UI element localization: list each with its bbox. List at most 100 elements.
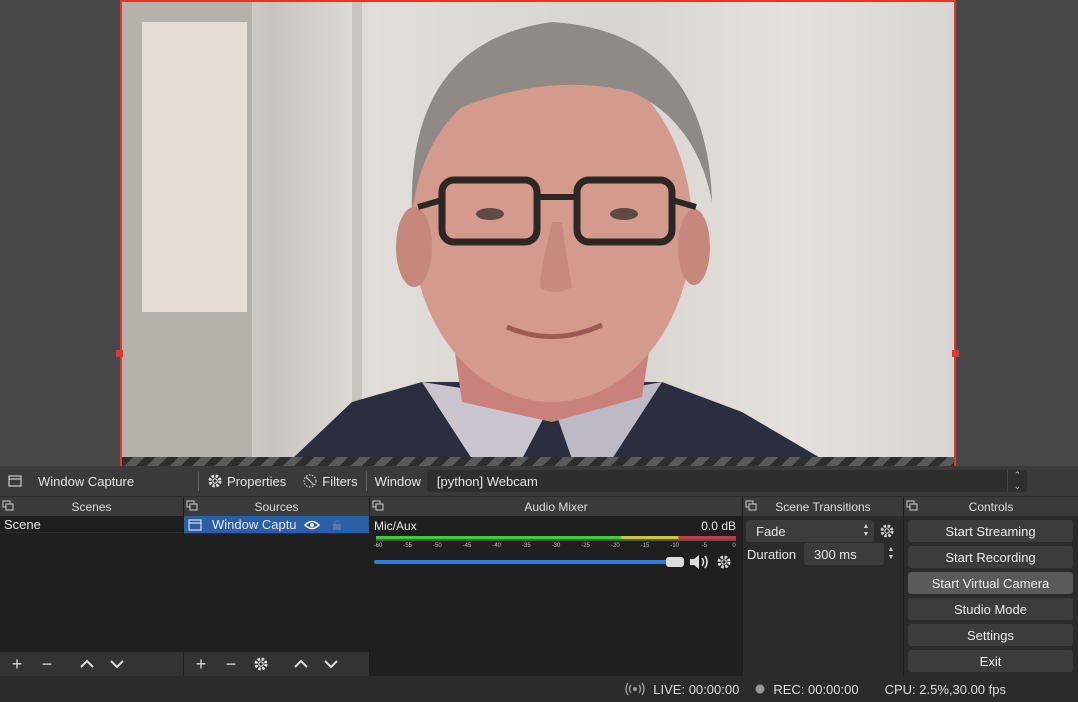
meter-tick-label: -10 bbox=[670, 543, 679, 549]
duration-stepper-arrows[interactable]: ▲ ▼ bbox=[883, 543, 899, 565]
rec-status: REC: 00:00:00 bbox=[773, 681, 859, 697]
source-item[interactable]: Window Captu bbox=[184, 516, 369, 534]
chevron-down-icon bbox=[110, 660, 124, 669]
undock-icon[interactable] bbox=[2, 500, 14, 512]
move-source-up-button[interactable] bbox=[286, 652, 316, 676]
chevron-up-icon bbox=[294, 659, 308, 668]
window-icon bbox=[188, 518, 202, 531]
exit-button[interactable]: Exit bbox=[908, 650, 1073, 672]
scenes-dock: Scenes Scene + − bbox=[0, 497, 184, 676]
filters-label: Filters bbox=[322, 473, 358, 489]
controls-dock-title: Controls bbox=[904, 497, 1078, 516]
meter-tick-label: -20 bbox=[610, 543, 620, 549]
cpu-status: CPU: 2.5%,30.00 fps bbox=[884, 681, 1006, 697]
transition-select[interactable]: Fade ▲ ▼ bbox=[746, 520, 874, 542]
volume-slider-handle[interactable] bbox=[666, 557, 684, 567]
mixer-channel: Mic/Aux 0.0 dB -60 -55 -50 -45 -40 -35 -30 -25-… bbox=[370, 516, 742, 676]
channel-name: Mic/Aux bbox=[374, 519, 417, 533]
duration-label: Duration bbox=[747, 547, 797, 562]
updown-arrow-icon: ▲ ▼ bbox=[862, 523, 870, 538]
move-source-down-button[interactable] bbox=[316, 652, 346, 676]
resize-handle-right[interactable] bbox=[952, 350, 959, 357]
context-source-name: Window Capture bbox=[38, 473, 135, 489]
start-recording-button[interactable]: Start Recording bbox=[908, 546, 1073, 568]
scenes-dock-title: Scenes bbox=[0, 497, 183, 516]
sources-title: Sources bbox=[254, 499, 299, 514]
meter-tick-label: 0 bbox=[732, 543, 736, 549]
filter-icon bbox=[302, 473, 318, 489]
volume-slider[interactable] bbox=[374, 560, 684, 564]
eye-icon[interactable] bbox=[304, 520, 320, 530]
updown-arrow-icon: ⌃ ⌄ bbox=[1006, 470, 1027, 492]
studio-mode-button[interactable]: Studio Mode bbox=[908, 598, 1073, 620]
gear-icon bbox=[207, 473, 223, 489]
meter-tick-label: -30 bbox=[551, 543, 561, 549]
undock-icon[interactable] bbox=[186, 500, 198, 512]
lock-icon[interactable] bbox=[332, 519, 342, 531]
properties-label: Properties bbox=[227, 473, 287, 489]
properties-button[interactable]: Properties bbox=[199, 466, 294, 496]
gear-icon[interactable] bbox=[716, 554, 732, 570]
live-status: LIVE: 00:00:00 bbox=[653, 681, 740, 697]
window-icon bbox=[8, 475, 22, 487]
meter-tick-label: -5 bbox=[701, 543, 707, 549]
scenes-list: Scene bbox=[0, 516, 183, 652]
sources-toolbar: + − bbox=[184, 652, 369, 676]
remove-source-button[interactable]: − bbox=[216, 652, 246, 676]
meter-tick-label: -55 bbox=[403, 543, 412, 549]
broadcast-icon bbox=[625, 682, 645, 696]
scenes-title: Scenes bbox=[71, 499, 112, 514]
speaker-icon[interactable] bbox=[688, 553, 710, 571]
duration-value: 300 ms bbox=[814, 546, 857, 562]
window-select-value: [python] Webcam bbox=[436, 473, 538, 489]
settings-button[interactable]: Settings bbox=[908, 624, 1073, 646]
webcam-person-image bbox=[122, 2, 819, 457]
meter-tick-label: -60 bbox=[373, 543, 383, 549]
move-scene-down-button[interactable] bbox=[102, 652, 132, 676]
audio-mixer-title: Audio Mixer bbox=[524, 499, 588, 514]
context-source-label: Window Capture bbox=[0, 466, 198, 496]
webcam-video-frame[interactable] bbox=[120, 0, 956, 457]
record-dot-icon bbox=[755, 684, 765, 694]
sources-dock: Sources Window Captu + − bbox=[184, 497, 370, 676]
meter-tick-label: -40 bbox=[492, 543, 501, 549]
scene-item-label: Scene bbox=[4, 516, 41, 532]
controls-title: Controls bbox=[968, 499, 1014, 514]
start-streaming-button[interactable]: Start Streaming bbox=[908, 520, 1073, 542]
chevron-down-icon bbox=[324, 660, 338, 669]
gear-icon bbox=[254, 657, 268, 671]
source-item-label: Window Captu bbox=[212, 517, 296, 532]
chevron-up-icon bbox=[80, 659, 94, 668]
remove-scene-button[interactable]: − bbox=[32, 652, 62, 676]
undock-icon[interactable] bbox=[745, 500, 757, 512]
gear-icon[interactable] bbox=[879, 523, 895, 539]
meter-ticks: -60 -55 -50 -45 -40 -35 -30 -25 -20 -15 -10 -5 0 bbox=[373, 540, 738, 552]
undock-icon[interactable] bbox=[372, 500, 384, 512]
start-virtual-camera-button[interactable]: Start Virtual Camera bbox=[908, 572, 1073, 594]
source-properties-button[interactable] bbox=[246, 652, 276, 676]
duration-spinbox[interactable]: 300 ms bbox=[804, 543, 884, 565]
audio-mixer-dock-title: Audio Mixer bbox=[370, 497, 742, 516]
meter-tick-label: -25 bbox=[581, 543, 590, 549]
transitions-body: Fade ▲ ▼ Duration 300 ms ▲ ▼ bbox=[743, 516, 903, 676]
add-scene-button[interactable]: + bbox=[2, 652, 32, 676]
preview-bottom-edge bbox=[120, 457, 956, 466]
controls-dock: Controls Start Streaming Start Recording… bbox=[904, 497, 1078, 676]
sources-dock-title: Sources bbox=[184, 497, 369, 516]
resize-handle-left[interactable] bbox=[116, 350, 123, 357]
meter-tick-label: -15 bbox=[640, 543, 650, 549]
scene-transitions-dock: Scene Transitions Fade ▲ ▼ Duration 300 m… bbox=[743, 497, 904, 676]
scenes-toolbar: + − bbox=[0, 652, 183, 676]
scene-item[interactable]: Scene bbox=[0, 516, 183, 533]
undock-icon[interactable] bbox=[906, 500, 918, 512]
status-bar: LIVE: 00:00:00 REC: 00:00:00 CPU: 2.5%,3… bbox=[0, 676, 1078, 702]
move-scene-up-button[interactable] bbox=[72, 652, 102, 676]
window-field-label: Window bbox=[374, 473, 421, 489]
transition-select-value: Fade bbox=[756, 523, 786, 539]
filters-button[interactable]: Filters bbox=[294, 466, 365, 496]
window-select[interactable]: [python] Webcam ⌃ ⌄ bbox=[426, 470, 1027, 492]
channel-level: 0.0 dB bbox=[701, 519, 736, 533]
add-source-button[interactable]: + bbox=[186, 652, 216, 676]
preview-canvas[interactable] bbox=[0, 0, 1078, 466]
controls-body: Start Streaming Start Recording Start Vi… bbox=[904, 516, 1078, 676]
